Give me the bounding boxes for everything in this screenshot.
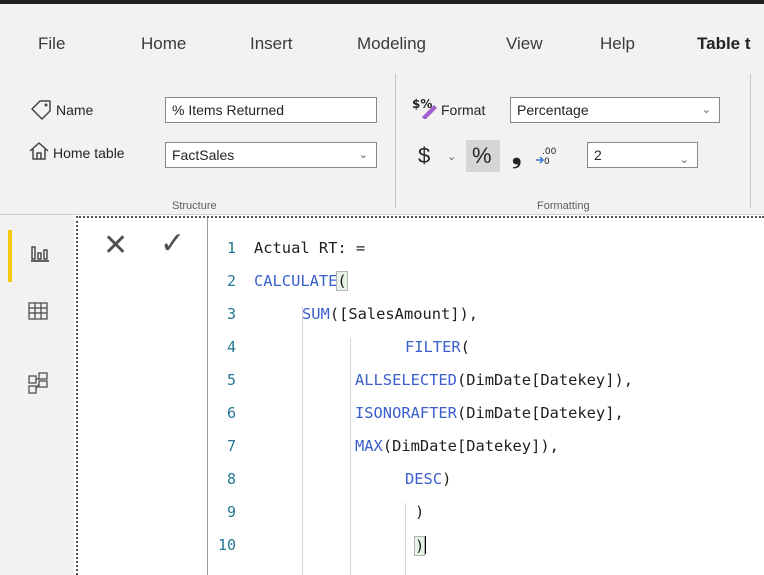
name-input[interactable]: % Items Returned <box>165 97 377 123</box>
text-cursor <box>424 536 427 554</box>
ribbon-separator <box>395 74 396 208</box>
menu-file[interactable]: File <box>38 34 65 54</box>
formatting-group-label: Formatting <box>537 200 590 212</box>
code-text: ) <box>413 536 426 556</box>
home-icon <box>29 142 49 160</box>
home-table-select[interactable]: FactSales ⌄ <box>165 142 377 168</box>
menu-view[interactable]: View <box>506 34 543 54</box>
code-text: (DimDate[Datekey]), <box>456 371 633 389</box>
code-text: (DimDate[Datekey]), <box>382 437 559 455</box>
code-line: DESC) <box>405 470 451 488</box>
menu-table-tools[interactable]: Table t <box>697 34 751 54</box>
format-select[interactable]: Percentage ⌄ <box>510 97 720 123</box>
code-line: MAX(DimDate[Datekey]), <box>355 437 559 455</box>
chevron-down-icon: ⌄ <box>358 149 368 161</box>
code-text: (DimDate[Datekey], <box>456 404 624 422</box>
code-text: Actual RT: = <box>254 239 366 257</box>
svg-text:0: 0 <box>544 157 550 166</box>
ribbon-separator <box>750 74 751 208</box>
menu-help[interactable]: Help <box>600 34 635 54</box>
tag-icon <box>31 100 51 120</box>
code-text: ) <box>415 503 425 521</box>
model-view-icon[interactable] <box>28 372 48 394</box>
percent-button[interactable]: % <box>466 140 500 172</box>
code-keyword: CALCULATE <box>254 272 338 290</box>
home-table-label: Home table <box>53 145 125 161</box>
svg-text:$%: $% <box>412 97 432 111</box>
code-text: ( <box>460 338 470 356</box>
editor-focus-border <box>76 216 78 575</box>
comma-icon[interactable]: ❟ <box>512 142 521 170</box>
ribbon <box>0 64 764 215</box>
code-line: SUM([SalesAmount]), <box>302 305 478 323</box>
code-text: ( <box>336 271 348 291</box>
code-keyword: SUM <box>302 305 330 323</box>
report-view-icon[interactable] <box>30 244 50 262</box>
line-number: 4 <box>226 338 236 356</box>
code-keyword: ISONORAFTER <box>355 404 457 422</box>
line-number: 1 <box>226 239 236 257</box>
stepper-down-icon[interactable]: ⌄ <box>680 154 689 166</box>
code-line: FILTER( <box>405 338 470 356</box>
code-line: ISONORAFTER(DimDate[Datekey], <box>355 404 624 422</box>
stepper-up-icon[interactable]: ⌃ <box>680 143 689 150</box>
format-currency-icon: $% <box>412 97 437 119</box>
format-value: Percentage <box>517 102 589 118</box>
cancel-button[interactable]: ✕ <box>103 228 128 263</box>
active-view-indicator <box>8 230 12 282</box>
code-line: CALCULATE( <box>254 271 348 291</box>
code-line: ) <box>415 503 424 521</box>
code-keyword: FILTER <box>405 338 461 356</box>
code-keyword: DESC <box>405 470 443 488</box>
code-keyword: MAX <box>355 437 383 455</box>
line-number: 2 <box>226 272 236 290</box>
structure-group-label: Structure <box>172 200 217 212</box>
line-number: 6 <box>226 404 236 422</box>
line-number: 9 <box>226 503 236 521</box>
decimal-places-stepper[interactable]: 2 ⌃ ⌄ <box>587 142 698 168</box>
code-line: ) <box>413 536 427 556</box>
svg-text:.00: .00 <box>542 147 557 157</box>
code-line: ALLSELECTED(DimDate[Datekey]), <box>355 371 633 389</box>
line-number: 7 <box>226 437 236 455</box>
editor-focus-border <box>76 216 764 218</box>
menu-insert[interactable]: Insert <box>250 34 293 54</box>
chevron-down-icon: ⌄ <box>701 104 711 116</box>
formula-editor[interactable] <box>78 218 764 575</box>
dollar-icon[interactable]: $ <box>418 143 430 169</box>
decimal-icon[interactable]: .00 0 <box>535 144 559 166</box>
data-view-icon[interactable] <box>28 302 48 320</box>
menu-modeling[interactable]: Modeling <box>357 34 426 54</box>
name-label: Name <box>56 102 94 118</box>
line-number: 3 <box>226 305 236 323</box>
chevron-down-icon[interactable]: ⌄ <box>447 150 456 163</box>
code-keyword: ALLSELECTED <box>355 371 457 389</box>
code-text: ) <box>442 470 452 488</box>
percent-icon: % <box>472 143 492 168</box>
menu-home[interactable]: Home <box>141 34 186 54</box>
menu-bar: File Home Insert Modeling View Help Tabl… <box>0 4 764 64</box>
indent-guide <box>405 503 406 575</box>
line-number: 5 <box>226 371 236 389</box>
indent-guide <box>302 306 303 575</box>
home-table-value: FactSales <box>172 147 235 163</box>
line-number: 10 <box>217 536 236 554</box>
format-label: Format <box>441 102 486 118</box>
code-line: Actual RT: = <box>254 239 365 257</box>
commit-button[interactable]: ✓ <box>160 226 185 261</box>
decimal-places-value: 2 <box>594 147 602 163</box>
indent-guide <box>350 338 351 575</box>
code-text: ([SalesAmount]), <box>329 305 479 323</box>
line-number: 8 <box>226 470 236 488</box>
